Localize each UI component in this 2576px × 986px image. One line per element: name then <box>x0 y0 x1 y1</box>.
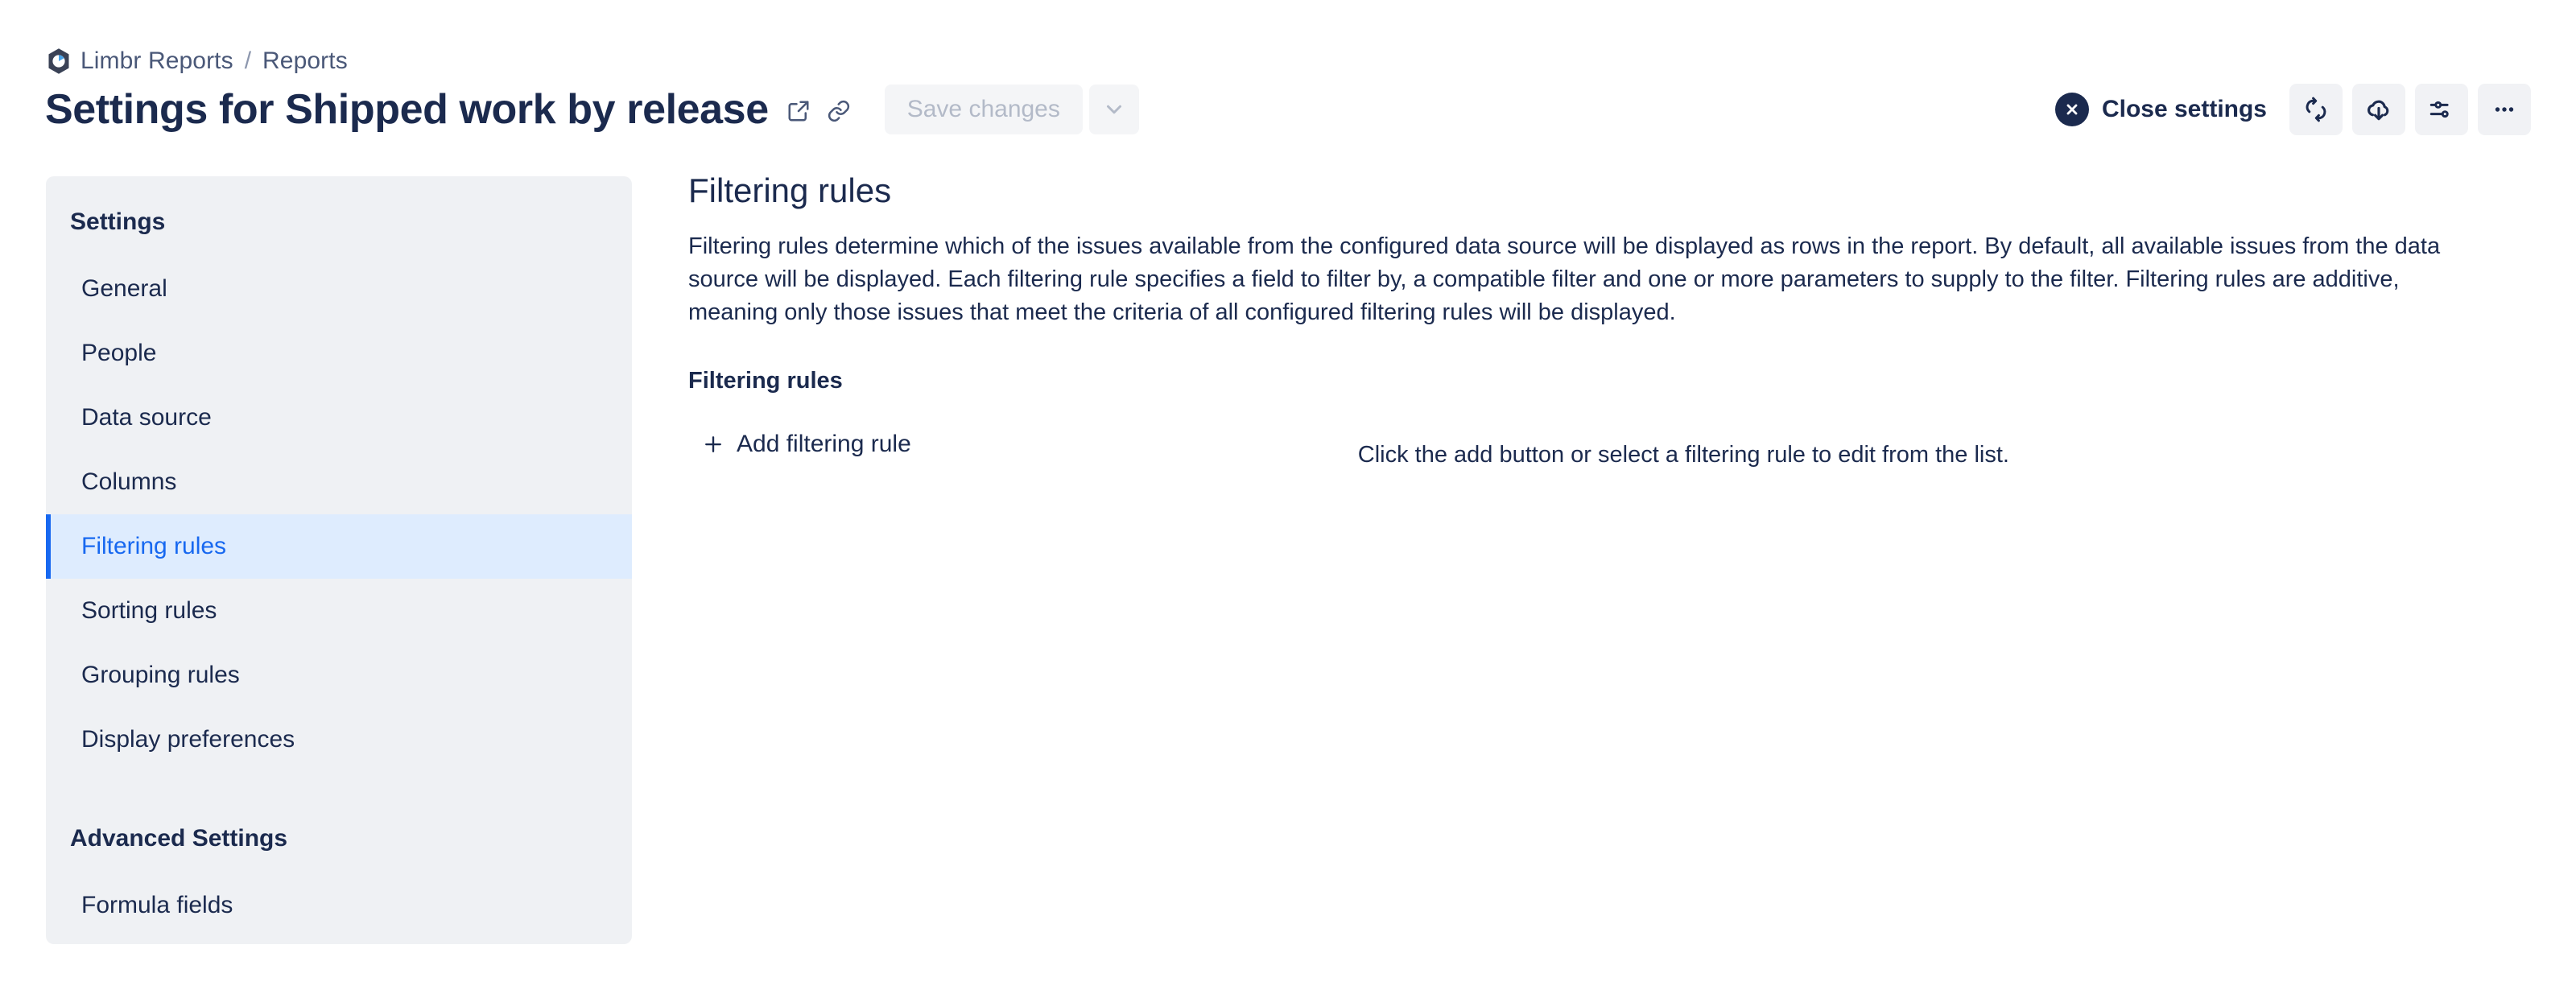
close-settings-label: Close settings <box>2101 96 2267 122</box>
close-settings-button[interactable]: Close settings <box>2054 93 2267 126</box>
section-heading: Filtering rules <box>688 171 892 209</box>
sidebar-group-advanced-settings: Advanced Settings <box>70 825 288 852</box>
cloud-download-icon <box>2368 100 2389 121</box>
export-button[interactable] <box>2352 84 2405 135</box>
header-actions: Close settings <box>2054 76 2531 142</box>
sidebar-item-formula-fields[interactable]: Formula fields <box>46 873 632 938</box>
refresh-icon <box>2306 97 2326 122</box>
sidebar-group-settings: Settings <box>70 208 166 235</box>
sliders-icon <box>2429 101 2449 118</box>
add-filtering-rule-label: Add filtering rule <box>737 431 911 457</box>
filtering-rules-subheading: Filtering rules <box>688 368 843 394</box>
more-options-button[interactable] <box>2478 84 2531 135</box>
save-changes-button[interactable]: Save changes <box>884 85 1083 134</box>
sidebar-item-filtering-rules[interactable]: Filtering rules <box>46 514 632 579</box>
refresh-button[interactable] <box>2289 84 2343 135</box>
save-button-group: Save changes <box>884 85 1139 134</box>
external-link-icon[interactable] <box>786 99 811 123</box>
title-icon-group <box>786 99 851 123</box>
add-filtering-rule-button[interactable]: Add filtering rule <box>701 431 911 458</box>
plus-icon <box>705 436 721 452</box>
settings-sidebar: Settings General People Data source Colu… <box>46 176 632 944</box>
close-x-icon <box>2054 93 2089 126</box>
main-content: Filtering rules Filtering rules determin… <box>688 169 2531 471</box>
sidebar-item-people[interactable]: People <box>46 321 632 386</box>
save-options-button[interactable] <box>1088 85 1139 134</box>
display-options-button[interactable] <box>2415 84 2468 135</box>
sidebar-item-general[interactable]: General <box>46 257 632 321</box>
sidebar-item-columns[interactable]: Columns <box>46 450 632 514</box>
sidebar-item-display-preferences[interactable]: Display preferences <box>46 708 632 772</box>
settings-page: Limbr Reports / Reports Settings for Shi… <box>0 0 2576 986</box>
breadcrumb: Limbr Reports / Reports <box>45 46 348 76</box>
breadcrumb-item-limbr-reports[interactable]: Limbr Reports <box>80 47 233 75</box>
section-description: Filtering rules determine which of the i… <box>688 233 2441 325</box>
breadcrumb-item-reports[interactable]: Reports <box>262 47 348 75</box>
filtering-rules-row: Add filtering rule Click the add button … <box>688 431 2531 471</box>
sidebar-item-data-source[interactable]: Data source <box>46 386 632 450</box>
limbr-hexagon-logo-icon <box>48 48 69 74</box>
breadcrumb-separator: / <box>244 47 252 74</box>
ellipsis-icon <box>2495 107 2514 112</box>
link-icon[interactable] <box>827 99 851 123</box>
chevron-down-icon <box>1106 105 1121 114</box>
filtering-rules-empty-hint: Click the add button or select a filteri… <box>1357 442 2009 468</box>
page-title: Settings for Shipped work by release <box>45 86 769 133</box>
sidebar-item-grouping-rules[interactable]: Grouping rules <box>46 643 632 708</box>
sidebar-item-sorting-rules[interactable]: Sorting rules <box>46 579 632 643</box>
